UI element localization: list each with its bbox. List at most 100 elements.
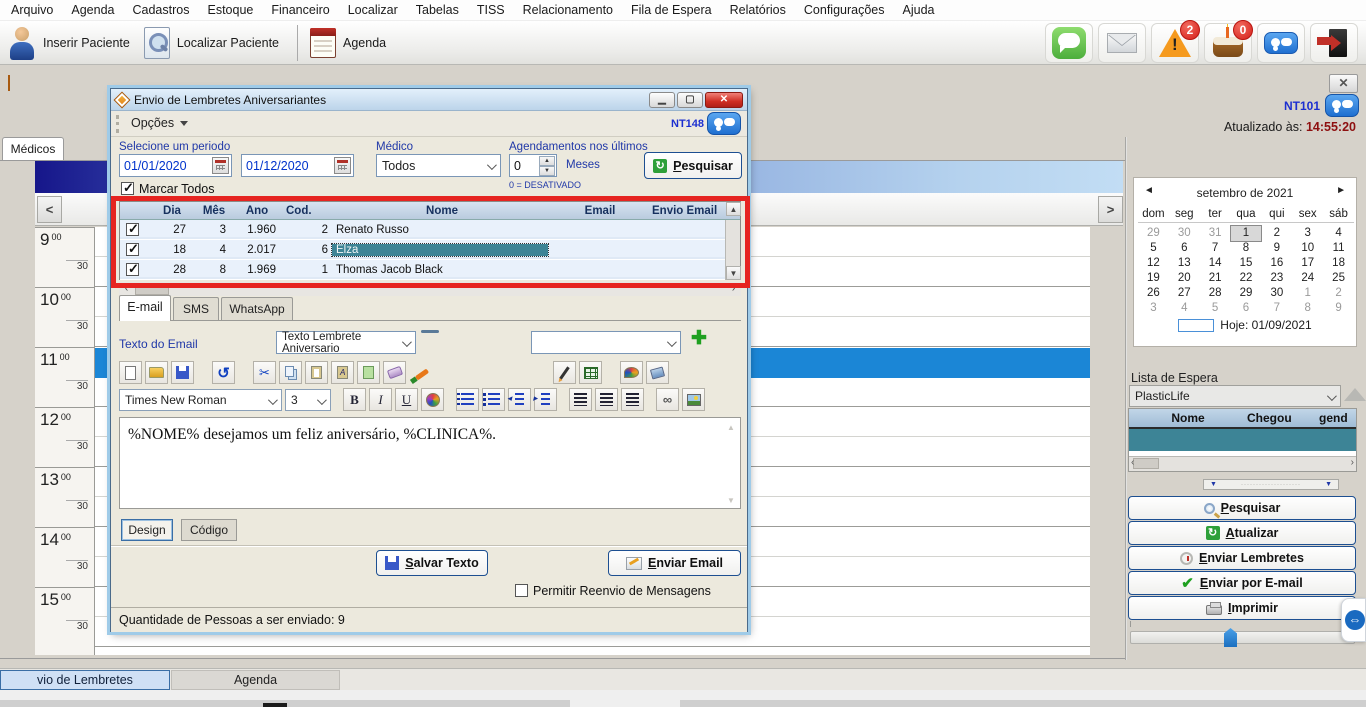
calendar-day[interactable]: 9 [1323, 301, 1354, 316]
calendar-day[interactable]: 29 [1231, 286, 1262, 301]
calendar-day[interactable]: 2 [1323, 286, 1354, 301]
add-template-button[interactable] [691, 328, 707, 349]
menu-item[interactable]: Tabelas [407, 1, 468, 19]
alerts-button[interactable]: 2 [1151, 20, 1200, 63]
waitlist-hscrollbar[interactable]: ‹ › [1129, 456, 1356, 471]
insert-patient-button[interactable]: Inserir Paciente [4, 23, 140, 63]
menu-item[interactable]: Relatórios [721, 1, 795, 19]
calendar-day[interactable]: 4 [1323, 226, 1354, 241]
remote-access-widget[interactable]: ⇔ [1341, 598, 1366, 642]
birthdays-button[interactable]: 0 [1204, 20, 1253, 63]
insert-table-button[interactable] [579, 361, 602, 384]
tab-whatsapp[interactable]: WhatsApp [221, 297, 293, 320]
calendar-day[interactable]: 7 [1200, 241, 1231, 256]
tab-sms[interactable]: SMS [173, 297, 219, 320]
font-size-select[interactable]: 3 [285, 388, 331, 411]
calendar-day[interactable]: 26 [1138, 286, 1169, 301]
underline-button[interactable]: U [395, 388, 418, 411]
zoom-slider[interactable] [1130, 628, 1355, 647]
maximize-icon[interactable]: ▢ [677, 92, 703, 108]
tab-agenda[interactable]: Agenda [171, 670, 340, 690]
calendar-day[interactable]: 12 [1138, 256, 1169, 271]
side-enviar-lembretes-button[interactable]: Enviar Lembretes [1128, 546, 1356, 570]
dialog-close-icon[interactable]: ✕ [705, 92, 743, 108]
side-pesquisar-button[interactable]: Pesquisar [1128, 496, 1356, 520]
calendar-day[interactable]: 10 [1292, 241, 1323, 256]
font-family-select[interactable]: Times New Roman [119, 388, 282, 411]
align-center-button[interactable] [595, 388, 618, 411]
minimize-icon[interactable]: ▁ [649, 92, 675, 108]
calendar-day[interactable]: 8 [1231, 241, 1262, 256]
scroll-right-icon[interactable]: › [1351, 457, 1354, 468]
calendar-day[interactable]: 29 [1138, 226, 1169, 241]
months-spinner[interactable]: 0 ▲ ▼ [509, 154, 557, 177]
code-view-button[interactable]: Código [181, 519, 237, 541]
calendar-day[interactable]: 31 [1200, 226, 1231, 241]
outdent-button[interactable] [507, 388, 531, 411]
calendar-day[interactable]: 8 [1292, 301, 1323, 316]
panel-splitter[interactable]: ▼ ···················· ▼ [1203, 479, 1339, 490]
menu-item[interactable]: Relacionamento [514, 1, 622, 19]
close-icon[interactable]: ✕ [1329, 74, 1358, 93]
calendar-day[interactable]: 9 [1261, 241, 1292, 256]
scroll-thumb[interactable] [1133, 458, 1159, 469]
calendar-day[interactable]: 1 [1229, 225, 1263, 242]
email-template-select[interactable]: Texto Lembrete Aniversario [276, 331, 416, 355]
calendar-day[interactable]: 1 [1292, 286, 1323, 301]
align-left-button[interactable] [569, 388, 592, 411]
email-body-editor[interactable]: %NOME% desejamos um feliz aniversário, %… [119, 417, 741, 509]
medico-select[interactable]: Todos [376, 154, 501, 177]
select-all-button[interactable] [357, 361, 380, 384]
menu-item[interactable]: Agenda [62, 1, 123, 19]
spinner-up-icon[interactable]: ▲ [539, 156, 555, 166]
background-color-button[interactable] [620, 361, 643, 384]
menu-item[interactable]: Localizar [339, 1, 407, 19]
menu-item[interactable]: Estoque [198, 1, 262, 19]
date-to-input[interactable]: 01/12/2020 [241, 154, 354, 177]
insert-link-button[interactable] [656, 388, 679, 411]
exit-button[interactable] [1310, 23, 1358, 63]
tab-email[interactable]: E-mail [119, 295, 171, 321]
support-chat-icon[interactable] [1325, 94, 1359, 117]
pesquisar-button[interactable]: Pesquisar [644, 152, 742, 179]
side-imprimir-button[interactable]: Imprimir [1128, 596, 1356, 620]
indent-button[interactable] [533, 388, 557, 411]
tab-envio-lembretes[interactable]: vio de Lembretes Aniversarian [0, 670, 170, 706]
side-enviar-email-button[interactable]: Enviar por E-mail [1128, 571, 1356, 595]
font-color-button[interactable] [421, 388, 444, 411]
options-menu[interactable]: Opções [127, 116, 192, 130]
insert-image-button[interactable] [682, 388, 705, 411]
paste-text-button[interactable] [331, 361, 354, 384]
menu-item[interactable]: Configurações [795, 1, 894, 19]
date-picker-icon[interactable] [334, 157, 351, 174]
agenda-button[interactable]: Agenda [306, 23, 396, 63]
calendar-day[interactable]: 5 [1200, 301, 1231, 316]
save-button[interactable] [171, 361, 194, 384]
menu-item[interactable]: TISS [468, 1, 514, 19]
tab-medicos[interactable]: Médicos [2, 137, 64, 160]
date-from-input[interactable]: 01/01/2020 [119, 154, 232, 177]
dialog-titlebar[interactable]: Envio de Lembretes Aniversariantes ▁ ▢ ✕ [111, 89, 747, 111]
calendar-day[interactable]: 24 [1292, 271, 1323, 286]
calendar-day[interactable]: 7 [1261, 301, 1292, 316]
numbered-list-button[interactable] [456, 388, 479, 411]
calendar-next-icon[interactable]: ► [1336, 185, 1346, 196]
calendar-day[interactable]: 6 [1169, 241, 1200, 256]
calendar-day[interactable]: 19 [1138, 271, 1169, 286]
waitlist-clinic-select[interactable]: PlasticLife [1129, 385, 1341, 407]
slider-thumb[interactable] [1224, 628, 1237, 647]
menu-item[interactable]: Cadastros [124, 1, 199, 19]
clear-format-button[interactable] [383, 361, 406, 384]
editor-scrollbar[interactable] [724, 419, 739, 509]
mail-button[interactable] [1098, 23, 1146, 63]
calendar-day[interactable]: 18 [1323, 256, 1354, 271]
italic-button[interactable]: I [369, 388, 392, 411]
calendar-day[interactable]: 16 [1261, 256, 1292, 271]
chat-button[interactable] [1045, 23, 1093, 63]
people-chat-button[interactable] [1257, 23, 1305, 63]
calendar-day[interactable]: 27 [1169, 286, 1200, 301]
scroll-right-button[interactable]: > [1098, 196, 1123, 223]
new-document-button[interactable] [119, 361, 142, 384]
cut-button[interactable] [253, 361, 276, 384]
design-view-button[interactable]: Design [121, 519, 173, 541]
